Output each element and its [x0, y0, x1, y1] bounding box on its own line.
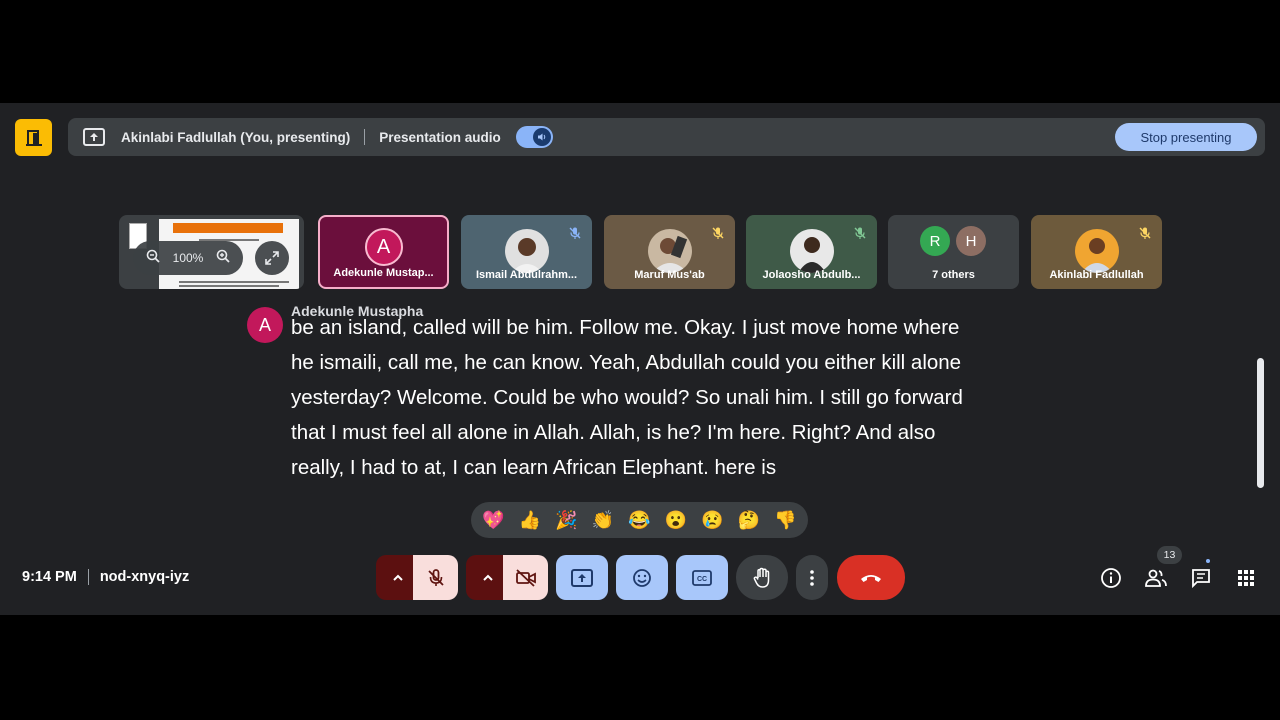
zoom-in-icon[interactable]: [216, 249, 231, 268]
zoom-out-icon[interactable]: [146, 249, 160, 268]
captions-button[interactable]: CC: [676, 555, 728, 600]
reaction-thumbs-up[interactable]: 👍: [515, 510, 545, 531]
chat-icon: [1192, 569, 1210, 589]
caption-line: yesterday? Welcome. Could be who would? …: [291, 386, 963, 409]
avatar: A: [364, 228, 403, 266]
participant-tile-adekunle[interactable]: A Adekunle Mustap...: [318, 215, 449, 289]
speaker-icon: [532, 128, 551, 146]
avatar: [1074, 229, 1119, 273]
reaction-thinking[interactable]: 🤔: [734, 510, 764, 531]
participant-name: Jolaosho Abdulb...: [762, 269, 861, 281]
more-vert-icon: [810, 569, 814, 586]
meeting-details-button[interactable]: [1098, 565, 1124, 591]
avatar: [647, 229, 692, 273]
participant-name: Maruf Mus'ab: [634, 269, 705, 281]
camera-toggle-button[interactable]: [503, 555, 548, 600]
participant-name: Adekunle Mustap...: [333, 267, 434, 279]
presentation-tile[interactable]: 100%: [119, 215, 304, 289]
zoom-controls: 100%: [133, 241, 243, 275]
zoom-level: 100%: [172, 251, 204, 265]
caption-scrollbar[interactable]: [1257, 358, 1264, 488]
meet-logo-icon: [15, 119, 52, 156]
avatar: [789, 229, 834, 273]
stop-presenting-button[interactable]: Stop presenting: [1115, 123, 1257, 151]
caption-speaker-avatar: A: [247, 307, 283, 343]
microphone-toggle-button[interactable]: [413, 555, 458, 600]
mic-muted-icon: [851, 224, 869, 242]
presentation-audio-label: Presentation audio: [379, 129, 501, 145]
svg-text:CC: CC: [697, 576, 707, 583]
chevron-up-icon: [483, 574, 493, 581]
participant-name: 7 others: [932, 269, 975, 281]
info-icon: [1101, 568, 1121, 588]
avatar: [504, 229, 549, 273]
leave-call-button[interactable]: [837, 555, 905, 600]
hand-icon: [753, 567, 770, 588]
participant-tile-akinlabi[interactable]: Akinlabi Fadlullah: [1031, 215, 1162, 289]
caption-line: be an island, called will be him. Follow…: [291, 318, 960, 339]
presenter-label: Akinlabi Fadlullah (You, presenting): [121, 129, 351, 145]
more-options-button[interactable]: [796, 555, 828, 600]
end-call-icon: [861, 574, 881, 582]
closed-captions-icon: CC: [692, 569, 712, 586]
reaction-party-popper[interactable]: 🎉: [551, 510, 581, 531]
presentation-audio-toggle[interactable]: [515, 126, 553, 148]
meeting-code: nod-xnyq-iyz: [99, 569, 190, 585]
participant-tile-ismail[interactable]: Ismail Abdulrahm...: [461, 215, 592, 289]
people-count-badge: 13: [1157, 546, 1182, 564]
mic-muted-icon: [1136, 224, 1154, 242]
participant-tile-maruf[interactable]: Maruf Mus'ab: [604, 215, 735, 289]
caption-line: he ismaili, call me, he can know. Yeah, …: [291, 351, 962, 374]
present-screen-icon: [571, 568, 593, 587]
reaction-sparkling-heart[interactable]: 💖: [478, 510, 508, 531]
reaction-surprised[interactable]: 😮: [661, 510, 691, 531]
participant-tile-jolaosho[interactable]: Jolaosho Abdulb...: [746, 215, 877, 289]
meet-window: Akinlabi Fadlullah (You, presenting) Pre…: [0, 103, 1280, 615]
chat-button[interactable]: [1188, 565, 1214, 591]
reaction-crying[interactable]: 😢: [698, 510, 728, 531]
chat-notification-dot: [1206, 559, 1210, 563]
apps-grid-icon: [1238, 570, 1254, 586]
caption-line: really, I had to at, I can learn African…: [291, 456, 777, 479]
reaction-thumbs-down[interactable]: 👎: [771, 510, 801, 531]
people-icon: [1145, 569, 1167, 587]
participant-tile-others[interactable]: R H 7 others: [888, 215, 1019, 289]
divider: [87, 569, 89, 585]
reactions-button[interactable]: [616, 555, 668, 600]
presenting-bar: Akinlabi Fadlullah (You, presenting) Pre…: [68, 118, 1265, 156]
activities-button[interactable]: [1233, 565, 1259, 591]
camera-off-icon: [515, 568, 536, 587]
avatar: H: [956, 226, 986, 256]
chevron-up-icon: [393, 574, 403, 581]
people-button[interactable]: [1143, 565, 1169, 591]
raise-hand-button[interactable]: [736, 555, 788, 600]
meeting-info: 9:14 PM nod-xnyq-iyz: [22, 569, 189, 585]
clock-time: 9:14 PM: [22, 569, 77, 585]
reaction-clapping[interactable]: 👏: [588, 510, 618, 531]
participant-name: Akinlabi Fadlullah: [1049, 269, 1144, 281]
reaction-laughing[interactable]: 😂: [624, 510, 654, 531]
participant-name: Ismail Abdulrahm...: [475, 269, 578, 281]
present-screen-icon: [82, 125, 106, 149]
caption-line: that I must feel all alone in Allah. All…: [291, 421, 936, 444]
caption-text: be an island, called will be him. Follow…: [291, 318, 1041, 483]
reactions-bar: 💖 👍 🎉 👏 😂 😮 😢 🤔 👎: [471, 502, 808, 538]
expand-icon: [265, 251, 279, 265]
fullscreen-button[interactable]: [255, 241, 289, 275]
mic-off-icon: [427, 568, 444, 586]
emoji-icon: [633, 568, 651, 587]
mic-muted-icon: [709, 224, 727, 242]
caption-speaker-name: Adekunle Mustapha: [291, 303, 424, 319]
present-now-button[interactable]: [556, 555, 608, 600]
mic-muted-icon: [566, 224, 584, 242]
divider: [364, 129, 366, 145]
avatar: R: [920, 226, 950, 256]
